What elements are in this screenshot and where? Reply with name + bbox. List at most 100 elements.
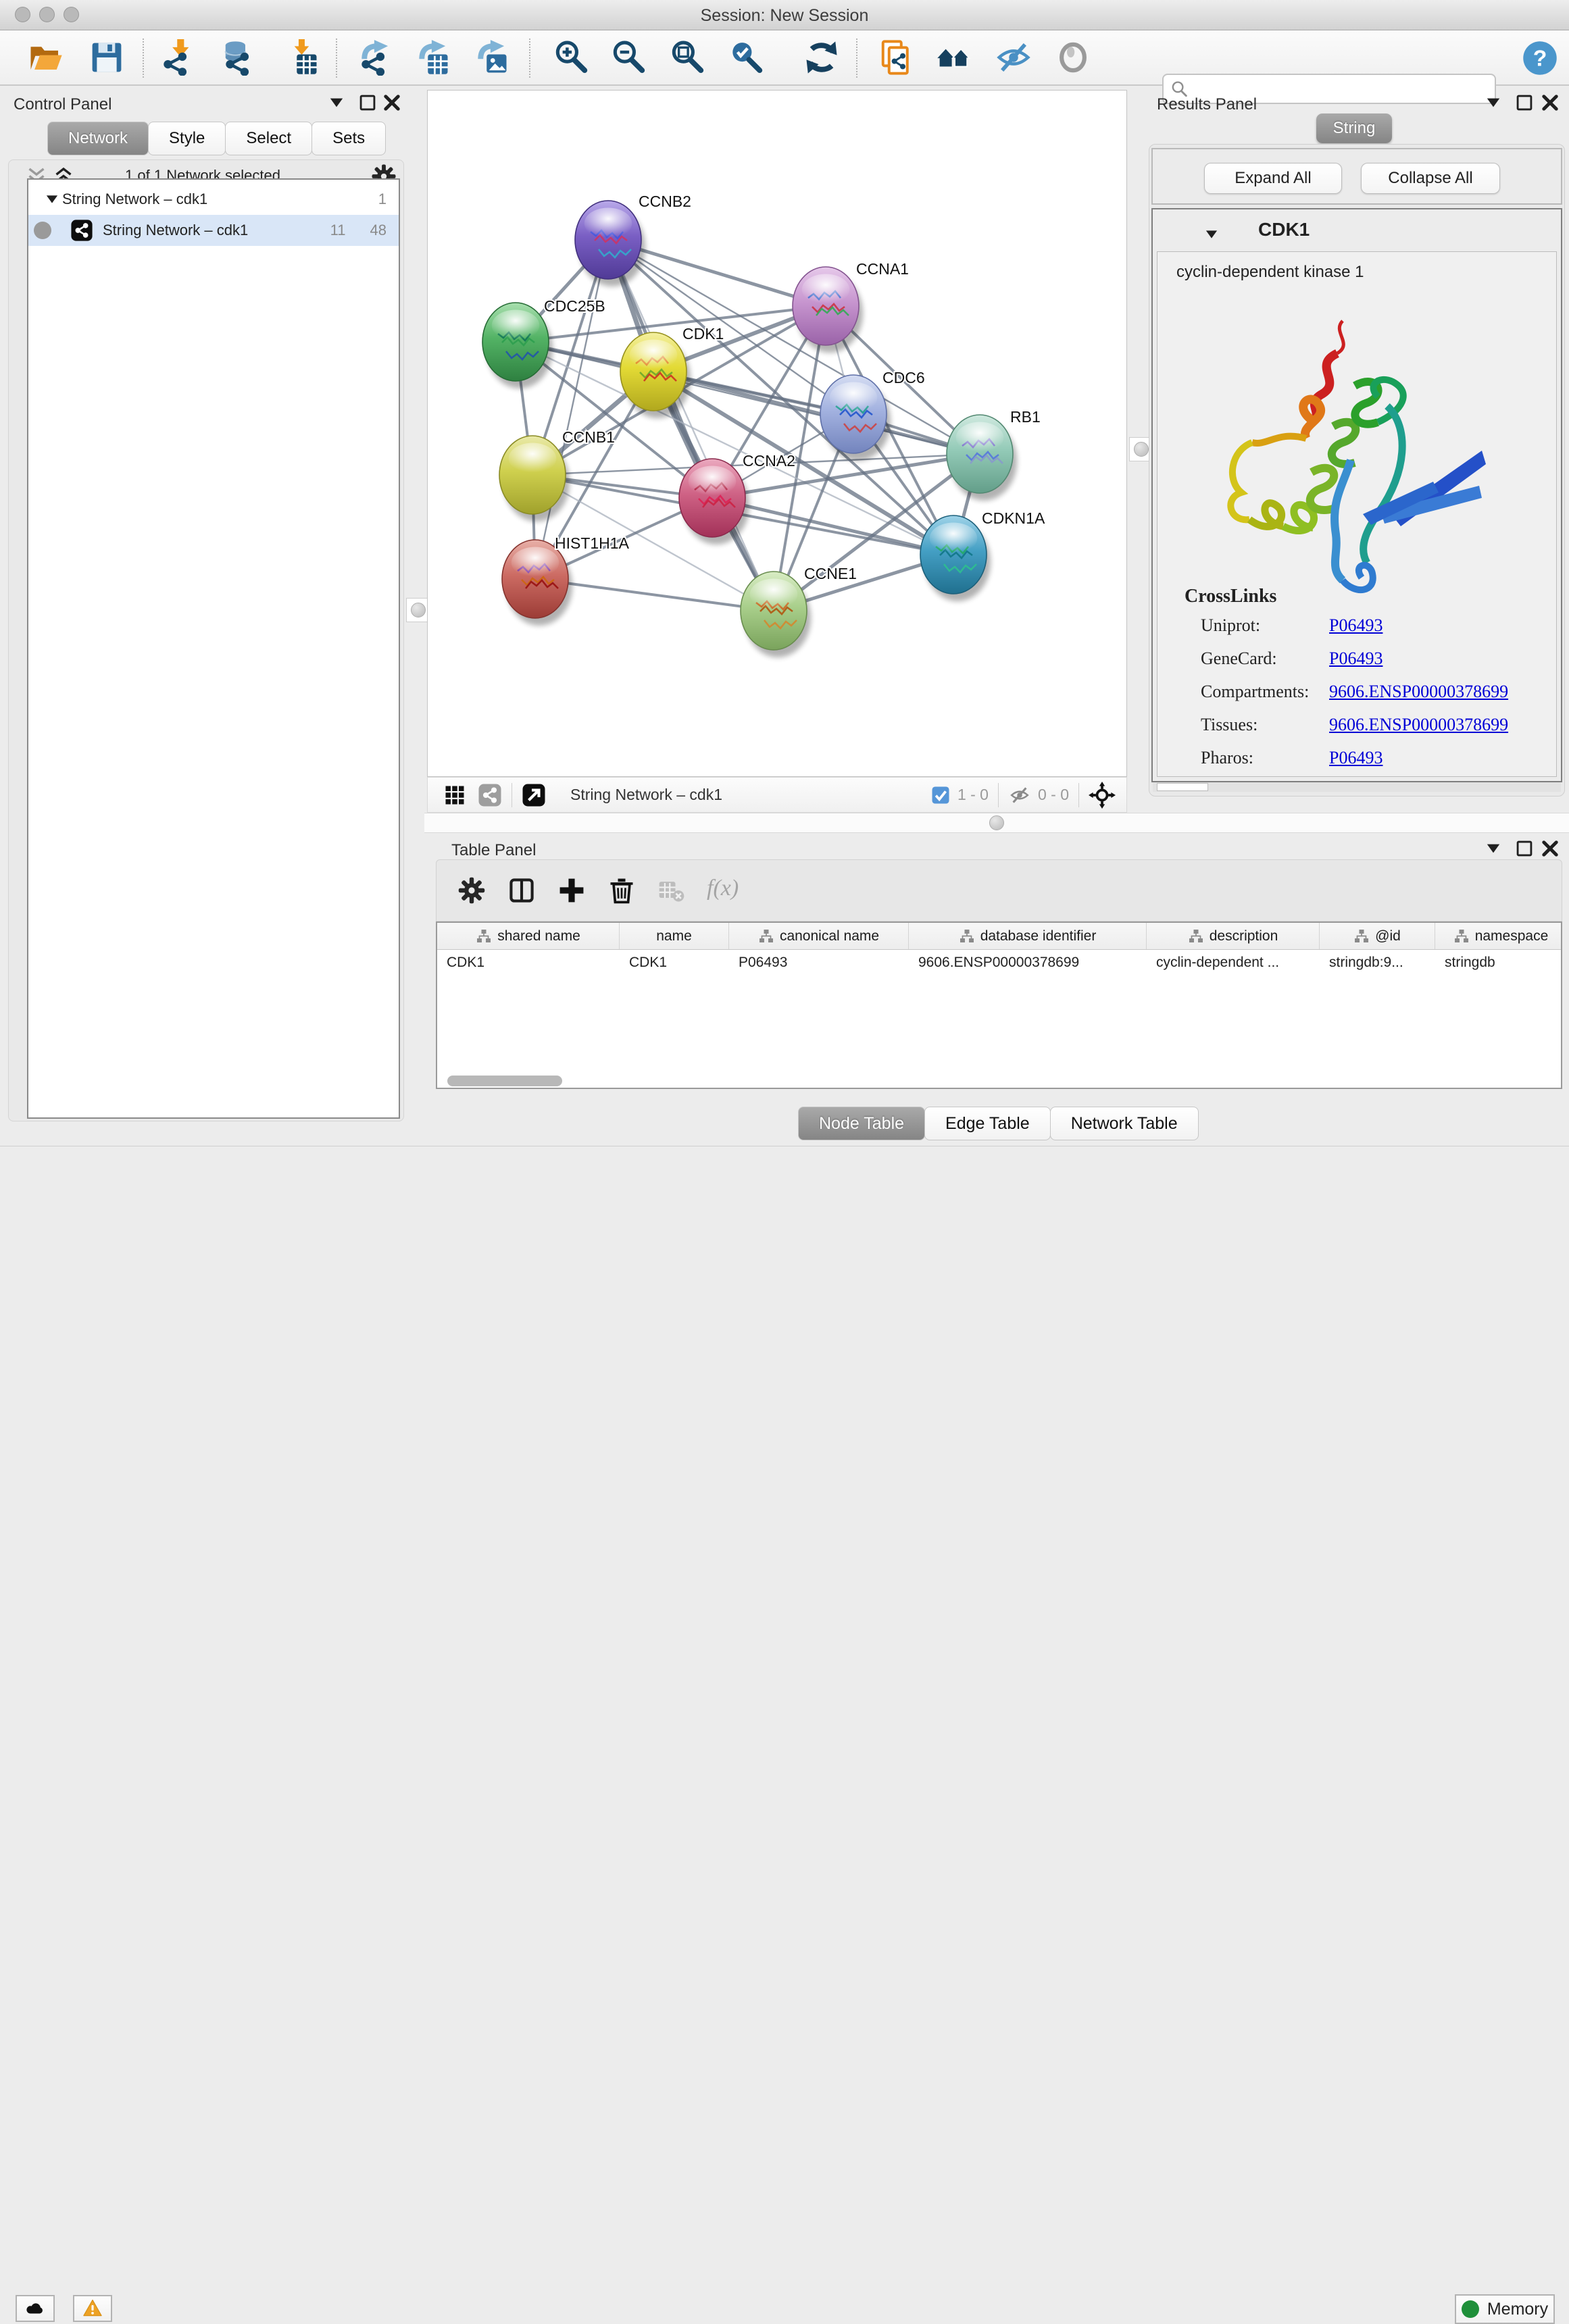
shared-column-icon [959, 928, 975, 944]
table-cell[interactable]: P06493 [729, 950, 909, 976]
results-scrollbar-thumb[interactable] [1157, 783, 1208, 791]
crosslink-link[interactable]: P06493 [1329, 649, 1383, 669]
node-label-CCNB2: CCNB2 [639, 193, 691, 210]
table-panel-collapse-icon[interactable] [1480, 837, 1507, 860]
plus-icon[interactable] [557, 876, 587, 905]
gear-icon[interactable] [457, 876, 487, 905]
export-network-icon[interactable] [357, 39, 393, 76]
horizontal-splitter-handle[interactable] [989, 815, 1004, 830]
tab-sets[interactable]: Sets [312, 122, 386, 155]
node-label-CCNA2: CCNA2 [743, 452, 795, 470]
expand-all-button[interactable]: Expand All [1204, 163, 1342, 194]
tab-network-table[interactable]: Network Table [1050, 1107, 1199, 1140]
columns-icon[interactable] [507, 876, 537, 905]
collection-label: String Network – cdk1 [62, 191, 207, 208]
table-cell[interactable]: CDK1 [437, 950, 620, 976]
results-panel-collapse-icon[interactable] [1480, 91, 1507, 114]
collapse-all-button[interactable]: Collapse All [1361, 163, 1500, 194]
import-database-icon[interactable] [221, 39, 257, 76]
node-CDC6[interactable]: CDC6 [820, 369, 925, 461]
results-scrollbar[interactable] [1153, 782, 1561, 792]
node-HIST1H1A[interactable]: HIST1H1A [502, 534, 630, 626]
table-row[interactable]: CDK1CDK1P064939606.ENSP00000378699cyclin… [437, 950, 1561, 976]
results-panel-float-icon[interactable] [1511, 91, 1538, 114]
node-CCNE1[interactable]: CCNE1 [741, 565, 857, 657]
collection-expand-icon[interactable] [42, 189, 62, 209]
tab-style[interactable]: Style [148, 122, 226, 155]
crosslink-link[interactable]: P06493 [1329, 615, 1383, 636]
zoom-selected-icon[interactable] [728, 39, 764, 76]
control-panel-float-icon[interactable] [354, 91, 381, 114]
open-folder-icon[interactable] [28, 39, 64, 76]
warning-button[interactable] [73, 2295, 112, 2322]
home-icon[interactable] [936, 39, 972, 76]
network-row-label: String Network – cdk1 [103, 222, 248, 239]
node-RB1[interactable]: RB1 [947, 408, 1041, 501]
control-panel-close-icon[interactable] [378, 91, 405, 114]
column-header-namespace[interactable]: namespace [1435, 923, 1562, 949]
node-CCNB1[interactable]: CCNB1 [499, 428, 615, 522]
edge-CCNB2-HIST1H1A[interactable] [535, 240, 608, 579]
warning-icon [82, 2298, 103, 2319]
control-panel-collapse-icon[interactable] [323, 91, 350, 114]
node-CDKN1A[interactable]: CDKN1A [920, 509, 1045, 601]
import-table-icon[interactable] [283, 39, 320, 76]
table-cell[interactable]: CDK1 [620, 950, 729, 976]
import-network-icon[interactable] [159, 39, 195, 76]
network-row[interactable]: String Network – cdk1 11 48 [28, 215, 399, 246]
network-canvas[interactable]: CCNB2CCNA1CDC25BCDK1CDC6RB1CCNB1CCNA2CDK… [427, 90, 1127, 777]
grid-view-icon[interactable] [443, 783, 467, 807]
table-hscrollbar-thumb[interactable] [447, 1076, 562, 1086]
crosslink-link[interactable]: 9606.ENSP00000378699 [1329, 715, 1508, 735]
node-CCNA1[interactable]: CCNA1 [793, 260, 909, 353]
network-collection-row[interactable]: String Network – cdk1 1 [28, 184, 399, 215]
selected-checkbox-icon[interactable] [930, 785, 951, 805]
table-cell[interactable]: stringdb:9... [1320, 950, 1435, 976]
save-icon[interactable] [89, 39, 125, 76]
crosslink-link[interactable]: 9606.ENSP00000378699 [1329, 682, 1508, 702]
tab-edge-table[interactable]: Edge Table [924, 1107, 1051, 1140]
string-view-icon[interactable] [478, 783, 502, 807]
column-header-description[interactable]: description [1147, 923, 1320, 949]
table-cell[interactable]: 9606.ENSP00000378699 [909, 950, 1147, 976]
tab-select[interactable]: Select [225, 122, 312, 155]
edge-CCNB2-CCNE1[interactable] [608, 240, 774, 611]
tab-node-table[interactable]: Node Table [798, 1107, 925, 1140]
column-header-name[interactable]: name [620, 923, 729, 949]
cloud-button[interactable] [16, 2295, 55, 2322]
crosslinks-heading: CrossLinks [1185, 586, 1276, 607]
zoom-in-icon[interactable] [553, 39, 589, 76]
column-header-canonical-name[interactable]: canonical name [729, 923, 909, 949]
table-panel-close-icon[interactable] [1537, 837, 1564, 860]
column-header-@id[interactable]: @id [1320, 923, 1435, 949]
crosshair-icon[interactable] [1089, 782, 1116, 809]
trash-icon[interactable] [607, 876, 637, 905]
column-header-shared-name[interactable]: shared name [437, 923, 620, 949]
node-CDC25B[interactable]: CDC25B [482, 297, 605, 388]
node-CCNB2[interactable]: CCNB2 [575, 193, 691, 286]
column-label: name [656, 928, 692, 944]
results-panel-close-icon[interactable] [1537, 91, 1564, 114]
hidden-eye-icon[interactable] [1008, 785, 1031, 805]
tab-string[interactable]: String [1316, 113, 1392, 143]
share-document-icon[interactable] [878, 39, 915, 76]
memory-button[interactable]: Memory [1455, 2294, 1555, 2324]
detach-view-icon[interactable] [522, 783, 546, 807]
main-toolbar: ? [0, 30, 1569, 86]
export-table-icon[interactable] [414, 39, 451, 76]
table-cell[interactable]: cyclin-dependent ... [1147, 950, 1320, 976]
table-panel-float-icon[interactable] [1511, 837, 1538, 860]
table-cell[interactable]: stringdb [1435, 950, 1562, 976]
show-view-icon[interactable] [1055, 39, 1091, 76]
tab-network[interactable]: Network [47, 122, 149, 155]
network-edge-count: 48 [370, 222, 387, 239]
hide-selected-icon[interactable] [995, 39, 1032, 76]
refresh-icon[interactable] [803, 39, 840, 76]
crosslink-link[interactable]: P06493 [1329, 748, 1383, 768]
gene-collapse-icon[interactable] [1201, 224, 1222, 245]
zoom-out-icon[interactable] [610, 39, 647, 76]
help-icon[interactable]: ? [1522, 40, 1558, 76]
export-image-icon[interactable] [473, 39, 509, 76]
zoom-fit-icon[interactable] [669, 39, 705, 76]
column-header-database-identifier[interactable]: database identifier [909, 923, 1147, 949]
